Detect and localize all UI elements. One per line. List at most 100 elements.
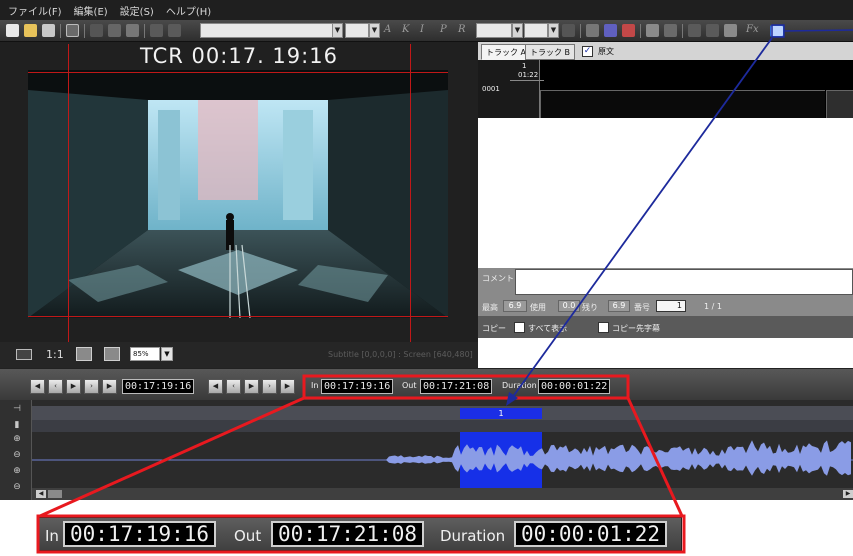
fx-button[interactable]: Fx xyxy=(746,24,759,35)
new-file-icon[interactable] xyxy=(6,24,19,37)
used-chars-value: 0.0 xyxy=(558,300,580,312)
bold-button[interactable]: A xyxy=(384,24,391,35)
copy-dest-area xyxy=(478,338,853,368)
tab-track-a[interactable]: トラック A xyxy=(481,44,532,60)
style-icon[interactable] xyxy=(562,24,575,37)
step-back-icon[interactable]: ‹ xyxy=(48,379,63,394)
go-to-end-icon[interactable]: ▶ xyxy=(102,379,117,394)
zoom-in-icon[interactable] xyxy=(104,347,120,361)
toolbar-divider xyxy=(60,24,61,38)
zoom-in-icon[interactable]: ⊕ xyxy=(12,434,22,444)
tool-icon[interactable] xyxy=(604,24,617,37)
timeline-scrollbar[interactable] xyxy=(32,488,853,500)
chevron-down-icon[interactable]: ▼ xyxy=(548,23,559,38)
zoom-in-icon[interactable]: ⊕ xyxy=(12,466,22,476)
track-toggle-icon[interactable]: ▮ xyxy=(12,420,22,430)
undo-icon[interactable] xyxy=(150,24,163,37)
fit-screen-icon[interactable] xyxy=(16,349,32,360)
tool-icon[interactable] xyxy=(586,24,599,37)
step-forward-icon[interactable]: › xyxy=(84,379,99,394)
toolbar-divider xyxy=(144,24,145,38)
scroll-left-icon[interactable]: ◀ xyxy=(36,490,46,498)
in-label: In xyxy=(311,381,319,390)
play-selection-icon[interactable]: ▶ xyxy=(244,379,259,394)
duration-label: Duration xyxy=(502,381,537,390)
menu-settings[interactable]: 設定(S) xyxy=(120,3,154,20)
subtitle-text-editor[interactable] xyxy=(478,118,853,268)
r-button[interactable]: R xyxy=(458,24,466,35)
go-to-start-icon[interactable]: ◀ xyxy=(30,379,45,394)
prev-subtitle-icon[interactable]: ◀ xyxy=(208,379,223,394)
color-select[interactable] xyxy=(476,23,512,38)
in-timecode[interactable]: 00:17:19:16 xyxy=(321,379,394,394)
zoom-duration-label: Duration xyxy=(440,527,506,545)
one-to-one-button[interactable]: 1:1 xyxy=(46,348,64,361)
menu-edit[interactable]: 編集(E) xyxy=(74,3,108,20)
number-label: 番号 xyxy=(634,303,650,312)
tool-icon[interactable] xyxy=(622,24,635,37)
zoom-in-label: In xyxy=(45,527,59,545)
tool-icon[interactable] xyxy=(688,24,701,37)
tool-icon[interactable] xyxy=(706,24,719,37)
next-frame-icon[interactable]: › xyxy=(262,379,277,394)
copy-icon[interactable] xyxy=(108,24,121,37)
original-checkbox[interactable]: ✓ xyxy=(582,46,593,57)
menu-help[interactable]: ヘルプ(H) xyxy=(166,3,211,20)
ruler-duration: 01:22 xyxy=(518,71,539,79)
p-button[interactable]: P xyxy=(440,24,447,35)
zoom-select[interactable]: 85% xyxy=(130,347,160,361)
zoom-out-icon[interactable] xyxy=(76,347,92,361)
prev-frame-icon[interactable]: ‹ xyxy=(226,379,241,394)
scroll-right-icon[interactable]: ▶ xyxy=(843,490,853,498)
play-icon[interactable]: ▶ xyxy=(66,379,81,394)
redo-icon[interactable] xyxy=(168,24,181,37)
highlighted-tool-icon[interactable] xyxy=(770,25,784,37)
used-chars-label: 使用 xyxy=(530,303,546,312)
subtitle-block[interactable]: 1 xyxy=(460,408,542,419)
zoom-out-icon[interactable]: ⊖ xyxy=(12,482,22,492)
safe-area-guide-bottom xyxy=(28,316,448,317)
italic-button[interactable]: I xyxy=(420,24,424,35)
menu-file[interactable]: ファイル(F) xyxy=(8,3,62,20)
safe-area-guide-right xyxy=(410,44,411,342)
video-frame xyxy=(28,70,448,318)
tool-icon[interactable] xyxy=(664,24,677,37)
current-timecode[interactable]: 00:17:19:16 xyxy=(122,379,195,394)
duration-timecode[interactable]: 00:00:01:22 xyxy=(538,379,611,394)
search-icon[interactable] xyxy=(66,24,79,37)
zoom-out-icon[interactable]: ⊖ xyxy=(12,450,22,460)
copy-label: コピー xyxy=(482,324,506,333)
open-folder-icon[interactable] xyxy=(24,24,37,37)
comment-input[interactable] xyxy=(515,269,853,295)
italic-k-button[interactable]: K xyxy=(402,24,409,35)
copy-dest-checkbox[interactable] xyxy=(598,322,609,333)
size-select[interactable] xyxy=(524,23,548,38)
tool-icon[interactable] xyxy=(646,24,659,37)
chevron-down-icon[interactable]: ▼ xyxy=(369,23,380,38)
max-chars-value: 6.9 xyxy=(503,300,527,312)
chevron-down-icon[interactable]: ▼ xyxy=(161,347,173,361)
tool-icon[interactable] xyxy=(724,24,737,37)
max-chars-label: 最高 xyxy=(482,303,498,312)
subtitle-text-cell[interactable] xyxy=(540,90,825,118)
chevron-down-icon[interactable]: ▼ xyxy=(332,23,343,38)
number-input[interactable]: 1 xyxy=(656,300,686,312)
paste-icon[interactable] xyxy=(126,24,139,37)
out-timecode[interactable]: 00:17:21:08 xyxy=(420,379,493,394)
scroll-thumb[interactable] xyxy=(48,490,62,498)
toolbar-divider xyxy=(682,24,683,38)
show-all-checkbox[interactable] xyxy=(514,322,525,333)
ruler-index: 1 xyxy=(522,62,527,70)
tab-track-b[interactable]: トラック B xyxy=(525,44,576,60)
show-all-label: すべて表示 xyxy=(528,324,568,333)
font-select[interactable] xyxy=(200,23,340,38)
chevron-down-icon[interactable]: ▼ xyxy=(512,23,523,38)
save-icon[interactable] xyxy=(42,24,55,37)
transport-bar: ◀ ‹ ▶ › ▶ 00:17:19:16 ◀ ‹ ▶ › ▶ In 00:17… xyxy=(0,368,853,400)
subtitle-preview-cell xyxy=(826,90,853,118)
font-size-select[interactable] xyxy=(345,23,369,38)
toolbar-divider xyxy=(640,24,641,38)
next-subtitle-icon[interactable]: ▶ xyxy=(280,379,295,394)
marker-icon[interactable]: ⊣ xyxy=(12,404,22,414)
cut-icon[interactable] xyxy=(90,24,103,37)
